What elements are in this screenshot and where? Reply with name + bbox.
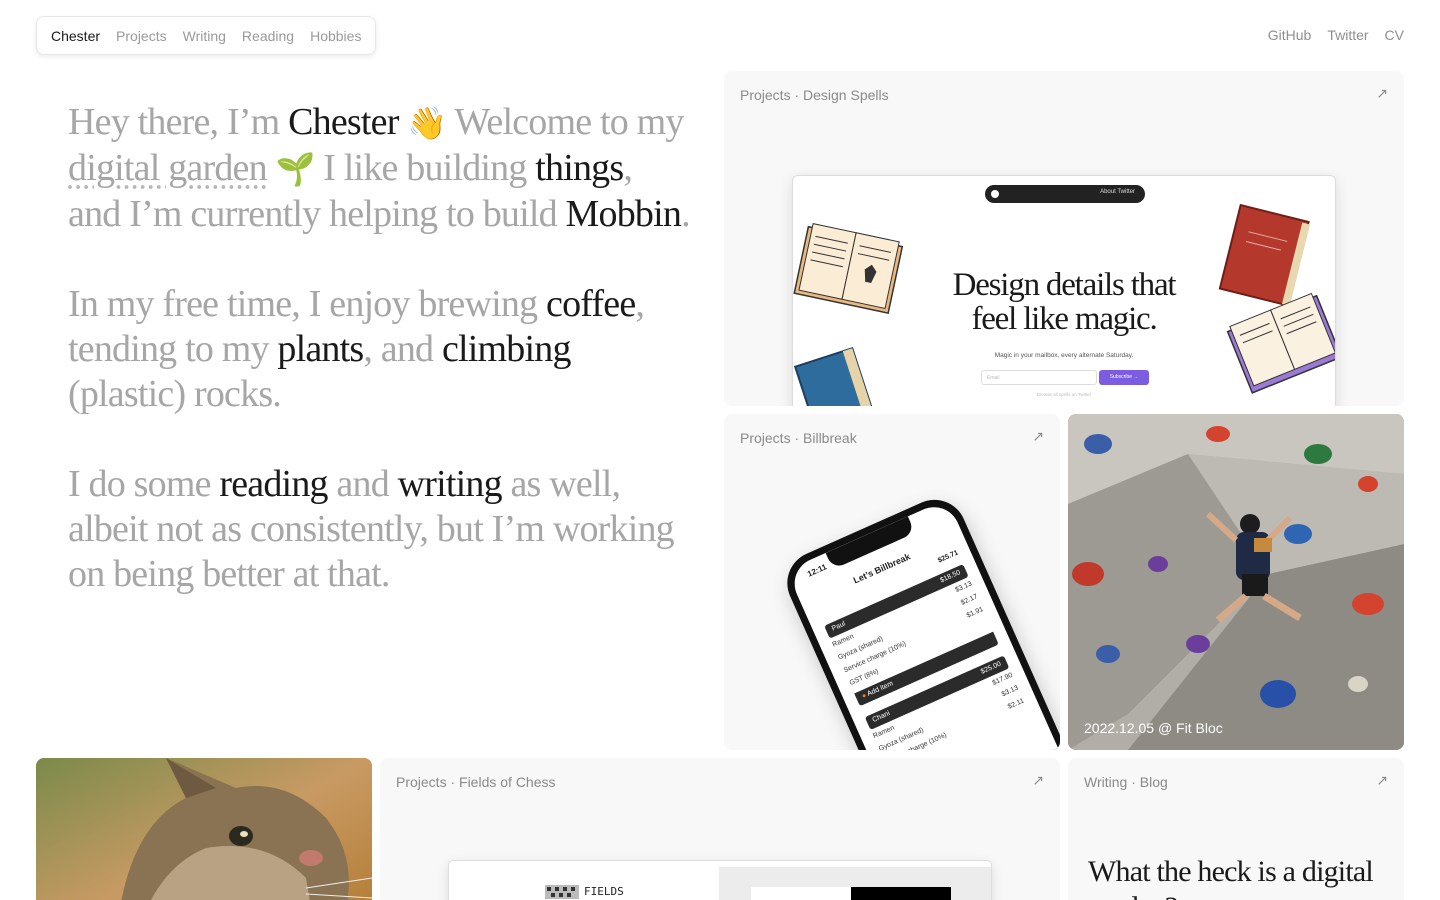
intro-paragraph-2: In my free time, I enjoy brewing coffee,… (68, 282, 693, 417)
intro-paragraph-3: I do some reading and writing as well, a… (68, 462, 693, 597)
climbing-link[interactable]: climbing (442, 328, 572, 370)
intro-text: (plastic) rocks. (68, 373, 282, 415)
external-arrow-icon: ↗ (1376, 85, 1388, 101)
external-links: GitHub Twitter CV (1252, 16, 1404, 54)
phone-time: 12:11 (806, 562, 829, 579)
item-price: $3.13 (954, 580, 974, 595)
person-name: Paul (830, 620, 847, 633)
person-total: $25.00 (979, 660, 1003, 676)
intro-text: and (327, 463, 398, 505)
twitter-link[interactable]: Twitter (1327, 27, 1368, 43)
card-label: Projects · Billbreak (740, 430, 857, 446)
digital-garden-link[interactable]: digital garden (68, 147, 268, 189)
design-spells-screenshot: About Twitter Design details that feel l… (792, 175, 1336, 406)
nav-item-hobbies[interactable]: Hobbies (302, 17, 369, 55)
chessboard-preview (719, 867, 991, 900)
intro-text: I like building (314, 147, 536, 189)
card-label: Projects · Design Spells (740, 87, 889, 103)
intro-text: I do some (68, 463, 220, 505)
reading-link[interactable]: reading (219, 463, 328, 505)
nav-item-projects[interactable]: Projects (108, 17, 175, 55)
design-spells-card[interactable]: Projects · Design Spells ↗ About Twitter (724, 71, 1404, 406)
external-arrow-icon: ↗ (1032, 772, 1044, 788)
board-square (751, 887, 851, 900)
intro: Hey there, I’m Chester 👋 Welcome to my d… (68, 100, 693, 642)
fields-of-chess-card[interactable]: Projects · Fields of Chess ↗ FIELDS (380, 758, 1060, 900)
blog-post-title: What the heck is a digital garden? (1088, 855, 1374, 900)
intro-text: In my free time, I enjoy brewing (68, 283, 546, 325)
billbreak-card[interactable]: Projects · Billbreak ↗ 12:11 Let’s Billb… (724, 414, 1060, 750)
intro-text: , and (363, 328, 442, 370)
card-label: Writing · Blog (1084, 774, 1168, 790)
climbing-photo-card[interactable]: 2022.12.05 @ Fit Bloc (1068, 414, 1404, 750)
external-arrow-icon: ↗ (1376, 772, 1388, 788)
intro-paragraph-1: Hey there, I’m Chester 👋 Welcome to my d… (68, 100, 693, 237)
navbar-links: About Twitter (1100, 189, 1135, 195)
things-link[interactable]: things (535, 147, 624, 189)
board-square (851, 887, 951, 900)
climbing-wall-photo (1068, 414, 1404, 750)
writing-link[interactable]: writing (398, 463, 503, 505)
coffee-link[interactable]: coffee (546, 283, 636, 325)
spellbook-illustration (1218, 203, 1335, 394)
fields-of-chess-screenshot: FIELDS (448, 860, 992, 900)
nav-item-writing[interactable]: Writing (175, 17, 234, 55)
add-item-label: Add item (866, 680, 895, 698)
item-price: $2.11 (1006, 697, 1026, 711)
person-total: $18.50 (939, 569, 962, 585)
card-label: Projects · Fields of Chess (396, 774, 556, 790)
cat-photo (36, 758, 372, 900)
intro-text: Hey there, I’m (68, 101, 289, 143)
phone-mockup: 12:11 Let’s Billbreak $25.71 Paul $18.50… (777, 489, 1060, 750)
plants-link[interactable]: plants (277, 328, 364, 370)
item-price: $1.91 (965, 606, 985, 620)
name-link[interactable]: Chester (288, 101, 399, 143)
external-arrow-icon: ↗ (1032, 428, 1044, 444)
mobbin-link[interactable]: Mobbin (566, 193, 682, 235)
subscribe-button: Subscribe → (1099, 370, 1149, 385)
logo-pattern-icon (545, 885, 579, 899)
nav-item-reading[interactable]: Reading (234, 17, 302, 55)
person-name: Chani (871, 710, 892, 724)
item-price: $2.17 (960, 593, 979, 607)
cat-photo-card[interactable] (36, 758, 372, 900)
github-link[interactable]: GitHub (1268, 27, 1312, 43)
email-field: Email (981, 370, 1097, 385)
cv-link[interactable]: CV (1385, 27, 1404, 43)
item-price: $3.13 (1000, 684, 1020, 699)
wave-emoji: 👋 (407, 104, 447, 142)
sprout-emoji: 🌱 (275, 150, 316, 188)
intro-text: Welcome to my (446, 101, 684, 143)
blog-card[interactable]: Writing · Blog ↗ What the heck is a digi… (1068, 758, 1404, 900)
nav-item-chester[interactable]: Chester (43, 17, 108, 55)
logo-icon (991, 190, 999, 198)
site-navbar: About Twitter (985, 185, 1145, 203)
main-nav: Chester Projects Writing Reading Hobbies (36, 16, 377, 55)
intro-text: . (681, 193, 690, 235)
chess-wordmark: FIELDS (584, 885, 624, 898)
phone-screen: 12:11 Let’s Billbreak $25.71 Paul $18.50… (786, 498, 1060, 750)
photo-caption: 2022.12.05 @ Fit Bloc (1084, 720, 1223, 736)
